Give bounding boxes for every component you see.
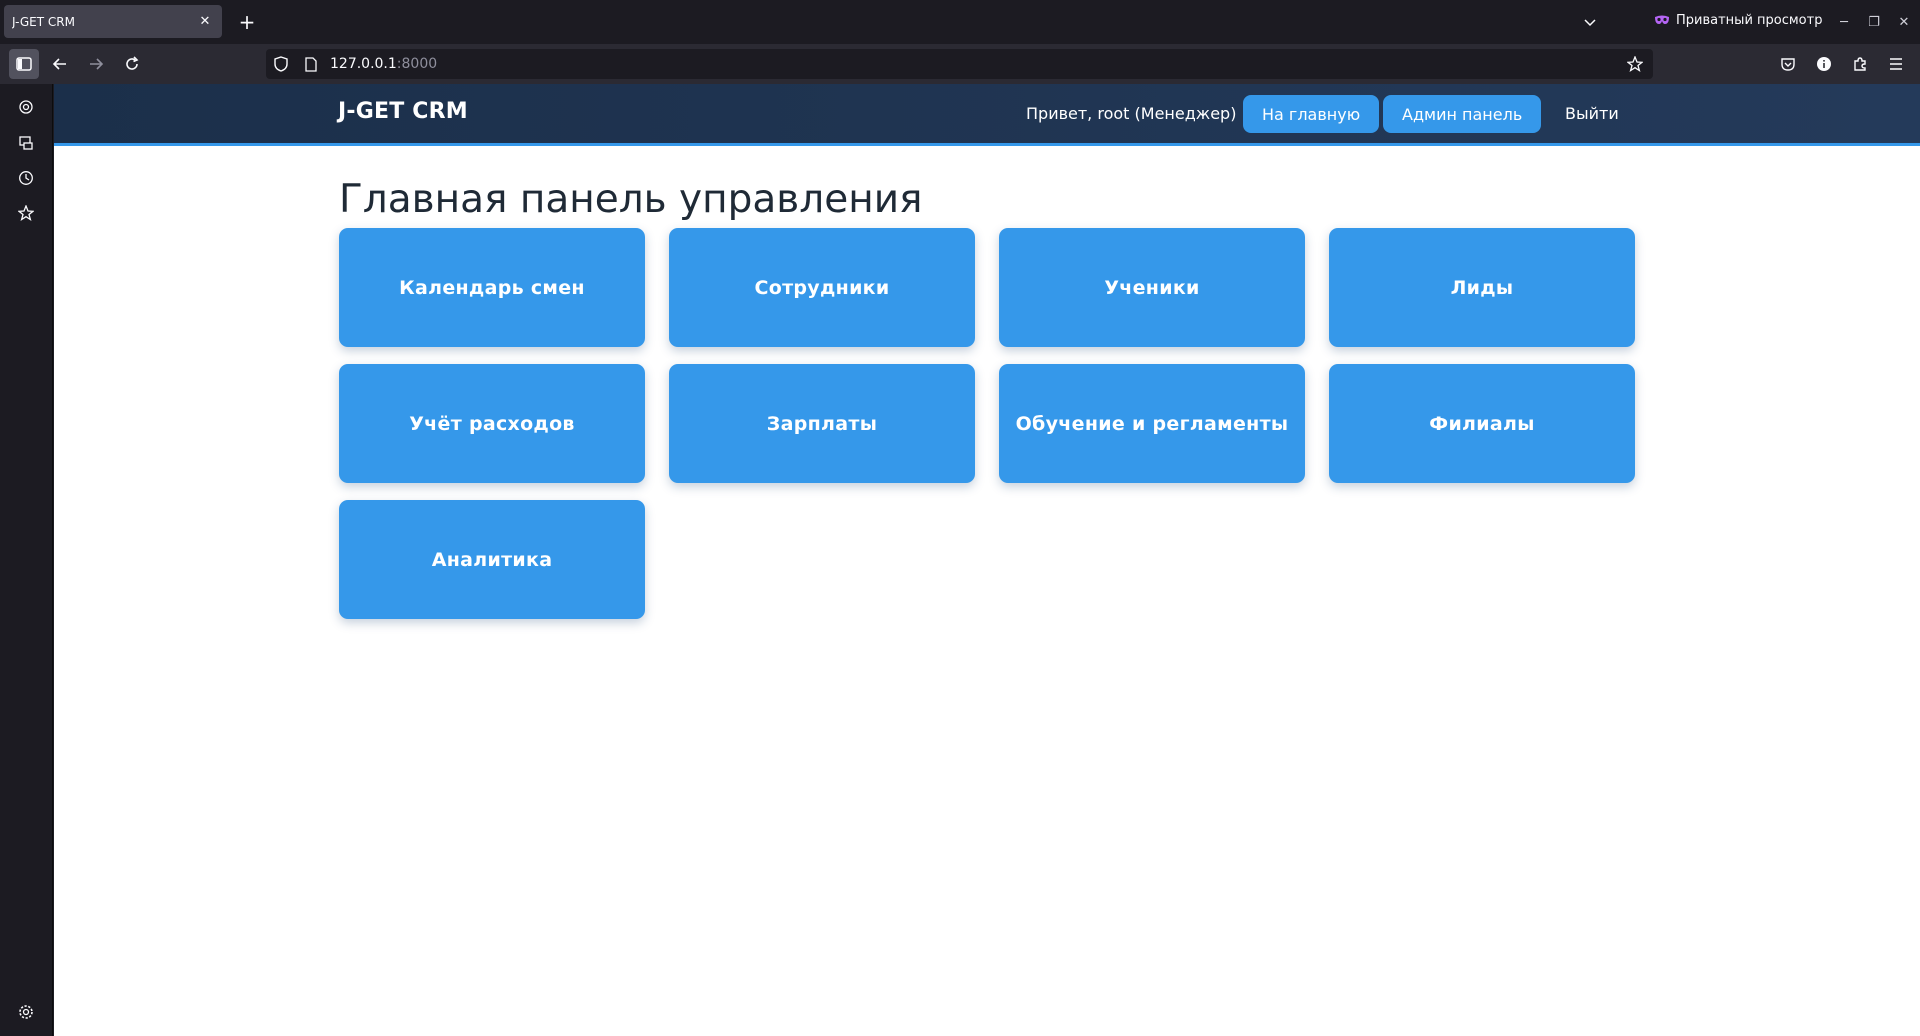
- logout-link[interactable]: Выйти: [1565, 104, 1619, 123]
- card-salaries[interactable]: Зарплаты: [669, 364, 975, 483]
- minimize-icon[interactable]: ─: [1832, 10, 1856, 34]
- close-window-icon[interactable]: ✕: [1892, 10, 1916, 34]
- extensions-icon[interactable]: [1845, 49, 1875, 79]
- private-browsing-label: Приватный просмотр: [1676, 12, 1823, 28]
- card-leads[interactable]: Лиды: [1329, 228, 1635, 347]
- home-button[interactable]: На главную: [1243, 95, 1380, 133]
- brand-logo[interactable]: J-GET CRM: [338, 99, 468, 124]
- web-content: J-GET CRM Привет, root (Менеджер) На гла…: [54, 84, 1920, 1036]
- synced-tabs-icon[interactable]: [13, 130, 39, 156]
- admin-panel-button[interactable]: Админ панель: [1383, 95, 1542, 133]
- sidebar-toggle-icon[interactable]: [9, 49, 39, 79]
- pocket-icon[interactable]: [1773, 49, 1803, 79]
- card-employees[interactable]: Сотрудники: [669, 228, 975, 347]
- tab-strip: J-GET CRM ✕ + Приватный просмотр ─ ❐ ✕: [0, 0, 1920, 44]
- ai-chatbot-icon[interactable]: [13, 94, 39, 120]
- url-port: :8000: [396, 56, 438, 72]
- forward-icon[interactable]: [81, 49, 111, 79]
- bookmark-star-icon[interactable]: [1623, 52, 1647, 76]
- card-analytics[interactable]: Аналитика: [339, 500, 645, 619]
- history-icon[interactable]: [13, 165, 39, 191]
- new-tab-icon[interactable]: +: [235, 10, 259, 34]
- settings-icon[interactable]: [13, 999, 39, 1025]
- bookmarks-icon[interactable]: [13, 200, 39, 226]
- tab-title: J-GET CRM: [12, 14, 75, 29]
- info-icon[interactable]: [1809, 49, 1839, 79]
- private-browsing-indicator: Приватный просмотр: [1654, 12, 1822, 28]
- browser-sidebar: [0, 84, 53, 1036]
- chevron-down-icon[interactable]: [1578, 10, 1602, 34]
- browser-tab[interactable]: J-GET CRM ✕: [4, 5, 222, 38]
- shield-icon[interactable]: [266, 49, 296, 79]
- page-title: Главная панель управления: [339, 177, 923, 222]
- url-host: 127.0.0.1: [330, 56, 397, 72]
- url-bar[interactable]: 127.0.0.1:8000: [266, 49, 1653, 79]
- restore-icon[interactable]: ❐: [1862, 10, 1886, 34]
- back-icon[interactable]: [45, 49, 75, 79]
- close-tab-icon[interactable]: ✕: [196, 13, 214, 31]
- reload-icon[interactable]: [117, 49, 147, 79]
- navigation-toolbar: 127.0.0.1:8000: [0, 44, 1920, 84]
- card-expenses[interactable]: Учёт расходов: [339, 364, 645, 483]
- card-students[interactable]: Ученики: [999, 228, 1305, 347]
- card-branches[interactable]: Филиалы: [1329, 364, 1635, 483]
- menu-icon[interactable]: [1881, 49, 1911, 79]
- card-training[interactable]: Обучение и регламенты: [999, 364, 1305, 483]
- module-grid: Календарь смен Сотрудники Ученики Лиды У…: [339, 228, 1659, 619]
- user-greeting: Привет, root (Менеджер): [1026, 104, 1237, 123]
- card-shift-calendar[interactable]: Календарь смен: [339, 228, 645, 347]
- page-icon[interactable]: [296, 49, 326, 79]
- url-text: 127.0.0.1:8000: [330, 56, 437, 72]
- private-mask-icon: [1654, 12, 1670, 28]
- dashboard-main: Главная панель управления Календарь смен…: [339, 174, 1659, 619]
- site-header: J-GET CRM Привет, root (Менеджер) На гла…: [54, 84, 1920, 146]
